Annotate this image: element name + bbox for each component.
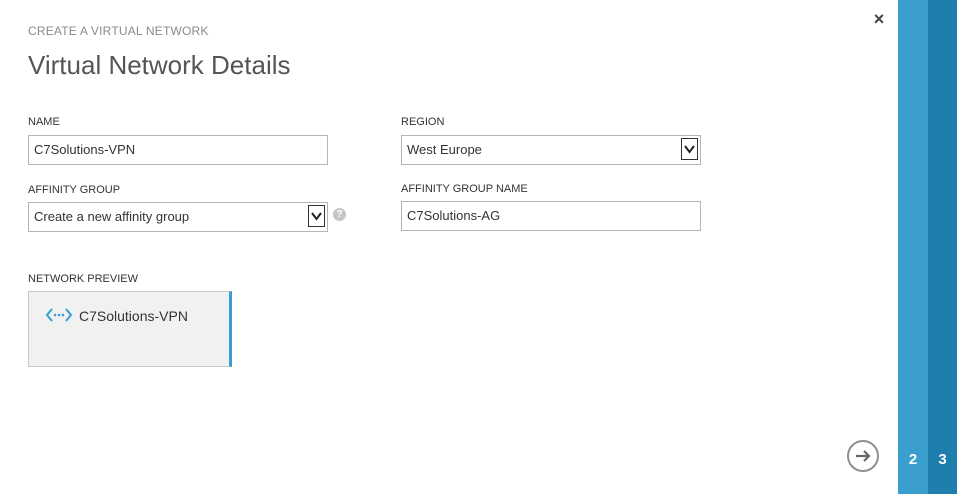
next-button[interactable] [847, 440, 879, 472]
network-preview-label: NETWORK PREVIEW [28, 273, 139, 285]
wizard-step-3[interactable]: 3 [928, 0, 957, 494]
close-button[interactable]: × [871, 9, 887, 29]
chevron-down-icon[interactable] [681, 138, 698, 160]
affinity-group-select-value: Create a new affinity group [34, 209, 190, 224]
region-label: REGION [401, 116, 445, 128]
network-preview-tile: C7Solutions-VPN [28, 291, 232, 367]
affinity-group-select[interactable]: Create a new affinity group [28, 202, 328, 232]
wizard-panel: CREATE A VIRTUAL NETWORK Virtual Network… [0, 0, 898, 494]
help-icon[interactable]: ? [333, 208, 346, 221]
affinity-group-name-label: AFFINITY GROUP NAME [401, 183, 528, 195]
virtual-network-icon [45, 306, 73, 324]
arrow-right-icon [856, 450, 871, 462]
wizard-step-2[interactable]: 2 [898, 0, 928, 494]
step-number: 2 [908, 451, 918, 468]
chevron-down-icon[interactable] [308, 205, 325, 227]
name-input[interactable]: C7Solutions-VPN [28, 135, 328, 165]
region-select[interactable]: West Europe [401, 135, 701, 165]
region-select-value: West Europe [407, 142, 482, 157]
affinity-group-name-input[interactable]: C7Solutions-AG [401, 201, 701, 231]
network-preview-name: C7Solutions-VPN [79, 308, 188, 324]
name-label: NAME [28, 116, 60, 128]
page-title: Virtual Network Details [28, 50, 291, 80]
step-number: 3 [938, 451, 947, 468]
affinity-group-label: AFFINITY GROUP [28, 184, 121, 196]
wizard-subtitle: CREATE A VIRTUAL NETWORK [28, 24, 209, 38]
